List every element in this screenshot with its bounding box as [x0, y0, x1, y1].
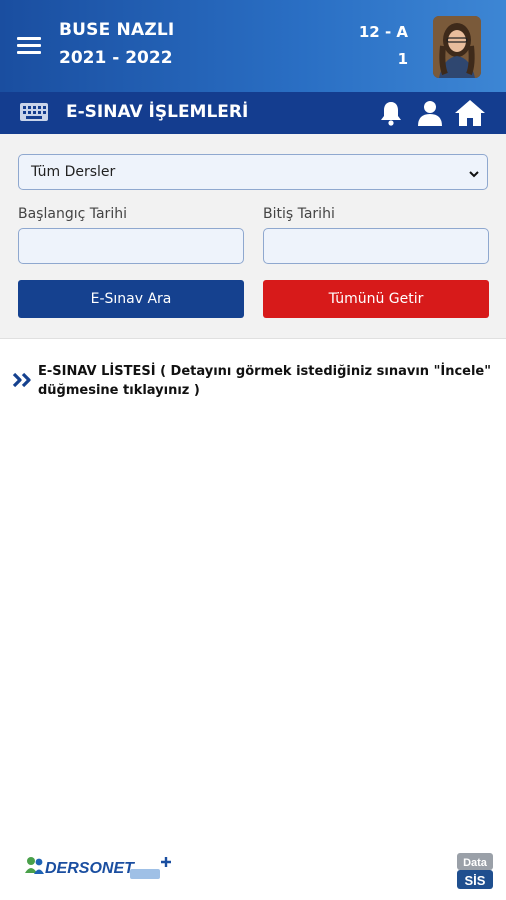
get-all-button[interactable]: Tümünü Getir: [263, 280, 489, 318]
user-name: BUSE NAZLI: [59, 20, 175, 40]
page-title: E-SINAV İŞLEMLERİ: [66, 102, 249, 122]
svg-text:DERSONET: DERSONET: [45, 860, 135, 877]
chevron-down-icon: [469, 167, 479, 178]
start-date-field[interactable]: [18, 228, 244, 264]
double-chevron-right-icon: [12, 372, 34, 388]
bell-icon[interactable]: [379, 100, 403, 126]
exam-search-button[interactable]: E-Sınav Ara: [18, 280, 244, 318]
datasis-logo: Data SİS: [457, 853, 493, 889]
end-date-field[interactable]: [263, 228, 489, 264]
hamburger-icon[interactable]: [17, 37, 41, 57]
school-year: 2021 - 2022: [59, 48, 173, 68]
keyboard-icon: [19, 101, 49, 123]
title-bar: E-SINAV İŞLEMLERİ: [0, 92, 506, 134]
user-icon[interactable]: [417, 100, 443, 126]
class-name: 12 - A: [358, 23, 408, 41]
exam-list-heading: E-SINAV LİSTESİ ( Detayını görmek istedi…: [38, 362, 504, 400]
list-title: E-SINAV LİSTESİ: [38, 364, 156, 379]
home-icon[interactable]: [454, 99, 486, 127]
filter-panel: Tüm Dersler Başlangıç Tarihi Bitiş Tarih…: [0, 134, 506, 339]
course-select[interactable]: Tüm Dersler: [18, 154, 488, 190]
course-select-value: Tüm Dersler: [31, 164, 116, 180]
dersonet-logo: DERSONET: [24, 853, 174, 883]
datasis-text-top: Data: [463, 857, 488, 869]
app-header: BUSE NAZLI 2021 - 2022 12 - A 1: [0, 0, 506, 92]
start-date-label: Başlangıç Tarihi: [18, 206, 127, 222]
datasis-text-bottom: SİS: [465, 873, 486, 888]
end-date-label: Bitiş Tarihi: [263, 206, 335, 222]
avatar[interactable]: [433, 16, 481, 78]
class-number: 1: [397, 50, 408, 68]
